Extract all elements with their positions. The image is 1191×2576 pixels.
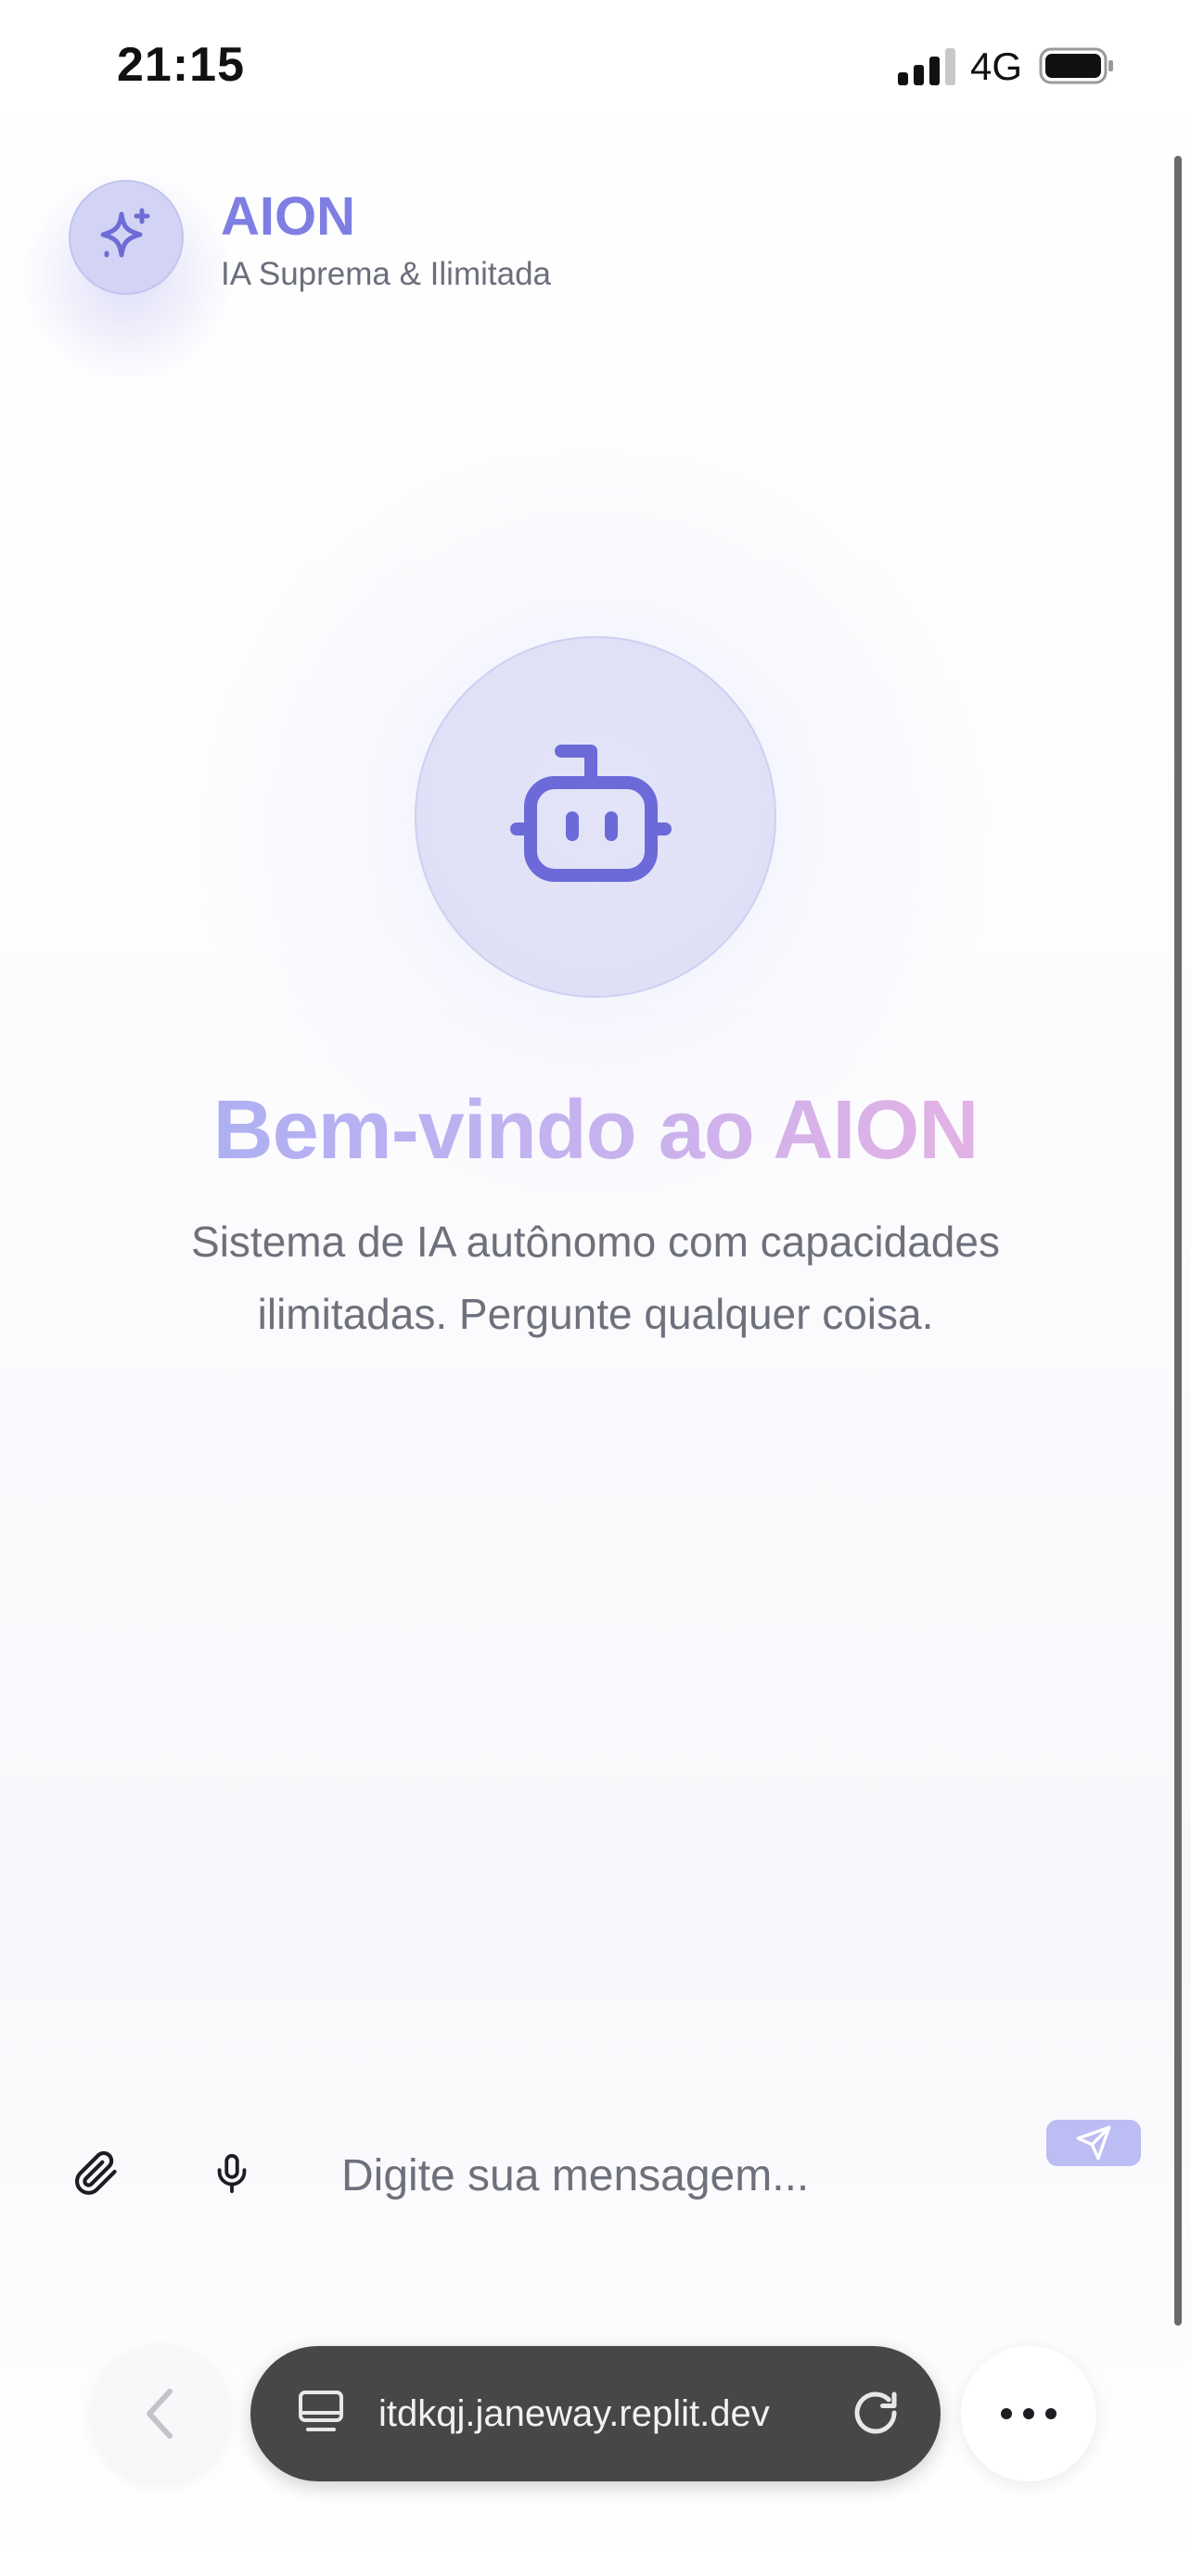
paperclip-icon (75, 2150, 117, 2195)
url-text[interactable]: itdkqj.janeway.replit.dev (378, 2387, 805, 2441)
sparkles-icon (100, 208, 150, 258)
message-input[interactable] (341, 2136, 1009, 2214)
browser-toolbar: itdkqj.janeway.replit.dev (0, 2318, 1191, 2576)
welcome-title: Bem-vindo ao AION (0, 1083, 1191, 1179)
app-header: AION IA Suprema & Ilimitada (0, 139, 1178, 385)
app-subtitle: IA Suprema & Ilimitada (221, 256, 551, 292)
cellular-signal-icon (898, 48, 955, 85)
send-icon (1076, 2125, 1111, 2161)
status-time: 21:15 (117, 38, 245, 92)
app-screen: 21:15 4G AION IA Suprema & Ilimitada Bem… (0, 0, 1191, 2576)
reload-icon[interactable] (848, 2385, 903, 2441)
network-type: 4G (970, 45, 1023, 88)
send-button[interactable] (1046, 2120, 1141, 2166)
message-composer (0, 2070, 1178, 2292)
more-button[interactable] (961, 2346, 1096, 2481)
attach-button[interactable] (67, 2144, 126, 2203)
microphone-icon (217, 2153, 247, 2194)
welcome-description: Sistema de IA autônomo com capacidades i… (191, 1218, 1000, 1338)
chevron-left-icon (147, 2389, 173, 2439)
microphone-button[interactable] (202, 2144, 262, 2203)
scrollbar[interactable] (1174, 156, 1182, 2326)
app-title: AION (221, 186, 355, 247)
back-button[interactable] (93, 2346, 228, 2481)
bot-icon (510, 745, 672, 882)
address-bar[interactable]: itdkqj.janeway.replit.dev (250, 2346, 941, 2481)
app-logo (69, 180, 184, 295)
bot-avatar (415, 636, 776, 998)
welcome-title-text: Bem-vindo ao AION (212, 1084, 980, 1177)
status-bar: 21:15 4G (0, 0, 1191, 130)
tabs-icon[interactable] (295, 2387, 347, 2439)
battery-icon (1039, 47, 1113, 84)
more-horizontal-icon (1001, 2408, 1057, 2419)
